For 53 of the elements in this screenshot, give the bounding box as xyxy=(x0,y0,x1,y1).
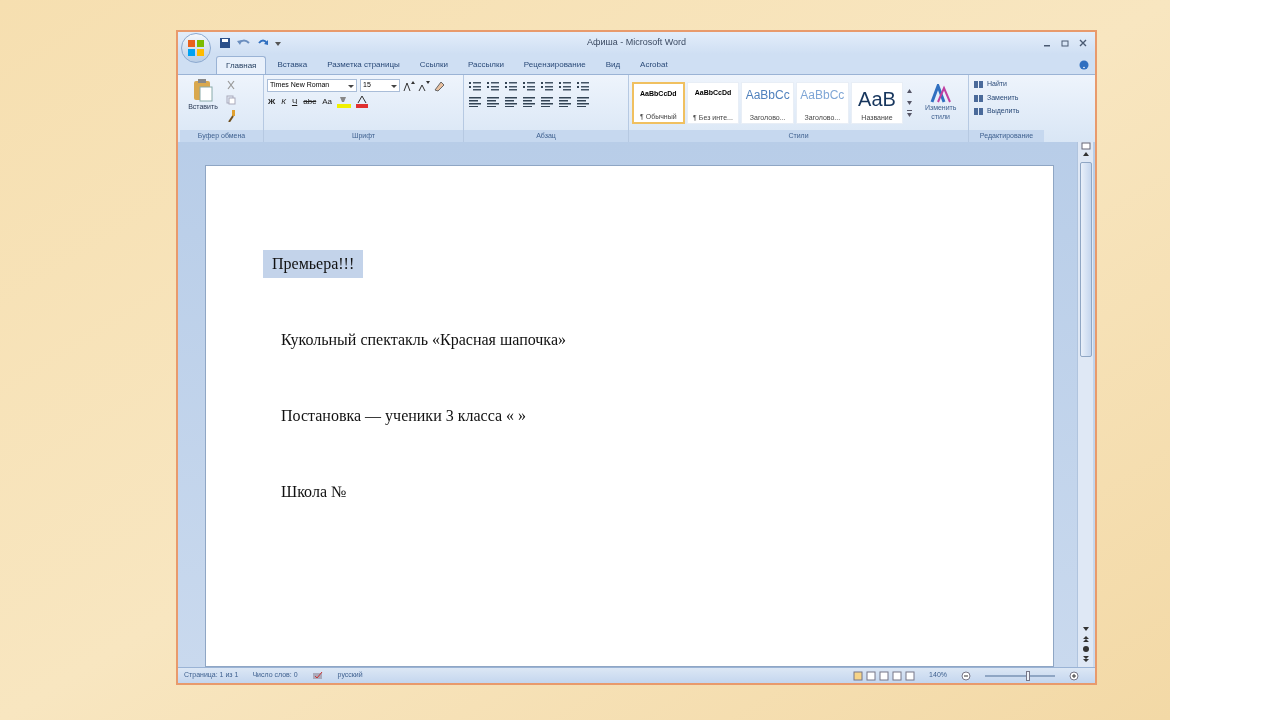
window-title: Афиша - Microsoft Word xyxy=(586,37,687,47)
format-button[interactable]: Aa xyxy=(321,96,333,108)
format-painter-icon[interactable] xyxy=(226,110,236,122)
shrink-font-icon[interactable] xyxy=(418,79,430,92)
document-text: Постановка — ученики 3 класса « » xyxy=(280,406,528,427)
format-button[interactable]: Ч xyxy=(290,96,299,108)
zoom-slider-thumb[interactable] xyxy=(1025,670,1030,681)
ribbon-tab[interactable]: Рецензирование xyxy=(514,56,595,74)
proofing-icon[interactable] xyxy=(311,670,324,681)
zoom-out-icon[interactable] xyxy=(961,670,971,681)
vertical-scrollbar[interactable] xyxy=(1077,142,1093,667)
zoom-in-icon[interactable] xyxy=(1069,670,1079,681)
document-text: Школа № xyxy=(280,482,348,502)
browse-object-icon[interactable] xyxy=(1080,645,1091,653)
web-layout-icon[interactable] xyxy=(879,670,890,681)
bullets-icon[interactable] xyxy=(468,81,482,91)
ribbon-tab[interactable]: Acrobat xyxy=(631,56,677,74)
ribbon-tab[interactable]: Вид xyxy=(596,56,630,74)
office-button[interactable] xyxy=(181,33,211,63)
scroll-up-icon[interactable] xyxy=(1080,150,1091,158)
highlight-color-icon[interactable] xyxy=(337,96,351,108)
scrollbar-thumb[interactable] xyxy=(1079,162,1092,357)
scroll-down-icon[interactable] xyxy=(906,98,914,107)
ruler-toggle-icon[interactable] xyxy=(1080,142,1091,150)
clear-format-icon[interactable] xyxy=(433,79,445,92)
ribbon-tab[interactable]: Ссылки xyxy=(410,56,457,74)
outline-icon[interactable] xyxy=(892,670,903,681)
maximize-icon[interactable] xyxy=(1061,39,1069,47)
format-button[interactable]: Ж xyxy=(267,96,277,108)
format-button[interactable]: К xyxy=(280,96,287,108)
close-icon[interactable] xyxy=(1079,39,1087,47)
grow-font-icon[interactable] xyxy=(403,79,415,92)
document-text: Кукольный спектакль «Красная шапочка» xyxy=(280,330,567,351)
office-logo-icon xyxy=(187,39,205,57)
help-icon[interactable] xyxy=(1079,60,1089,70)
more-icon[interactable] xyxy=(906,109,914,118)
ribbon-tab[interactable]: Главная xyxy=(216,56,267,74)
draft-icon[interactable] xyxy=(905,670,916,681)
ribbon-tab[interactable]: Рассылки xyxy=(458,56,513,74)
ribbon-tab[interactable]: Разметка страницы xyxy=(318,56,409,74)
document-text: Премьера!!! xyxy=(263,250,364,278)
save-icon[interactable] xyxy=(219,37,231,49)
clipboard-icon[interactable] xyxy=(192,78,214,102)
ribbon-tab[interactable]: Вставка xyxy=(268,56,317,74)
styles-icon[interactable] xyxy=(929,83,952,104)
format-button[interactable]: abc xyxy=(302,96,318,108)
dropdown-arrow-icon[interactable] xyxy=(391,82,397,89)
dropdown-arrow-icon[interactable] xyxy=(348,82,354,89)
font-color-icon[interactable] xyxy=(355,96,369,108)
scroll-down-icon[interactable] xyxy=(1080,625,1091,633)
align-left-icon[interactable] xyxy=(468,97,482,107)
full-screen-icon[interactable] xyxy=(866,670,877,681)
scroll-up-icon[interactable] xyxy=(906,87,914,96)
